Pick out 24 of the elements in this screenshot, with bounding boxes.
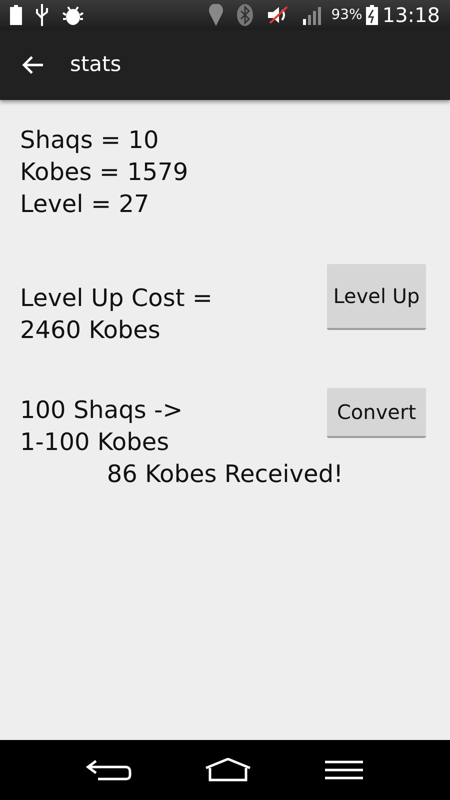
bug-icon <box>62 5 84 25</box>
bluetooth-icon <box>237 4 254 26</box>
result-message: 86 Kobes Received! <box>106 459 344 490</box>
stat-line: Level = 27 <box>20 189 150 220</box>
back-arrow-icon[interactable] <box>22 56 44 74</box>
home-icon[interactable] <box>204 758 252 782</box>
conversion-text: 100 Shaqs -> <box>20 395 183 426</box>
charging-battery-icon <box>366 5 378 25</box>
screen-title: stats <box>70 51 122 78</box>
stat-line: Shaqs = 10 <box>20 125 159 156</box>
location-icon <box>209 4 224 26</box>
clock: 13:18 <box>382 2 440 29</box>
back-icon[interactable] <box>86 759 132 781</box>
usb-icon <box>36 4 48 26</box>
level-up-button[interactable]: Level Up <box>327 264 426 330</box>
stat-line: Kobes = 1579 <box>20 157 188 188</box>
cost-text: 2460 Kobes <box>20 315 160 346</box>
battery-percent: 93% <box>331 6 362 24</box>
cost-text: Level Up Cost = <box>20 283 213 314</box>
convert-button[interactable]: Convert <box>327 388 426 438</box>
muted-speaker-icon <box>267 5 290 25</box>
menu-icon[interactable] <box>324 759 364 781</box>
battery-icon <box>10 5 22 25</box>
conversion-text: 1-100 Kobes <box>20 427 170 458</box>
